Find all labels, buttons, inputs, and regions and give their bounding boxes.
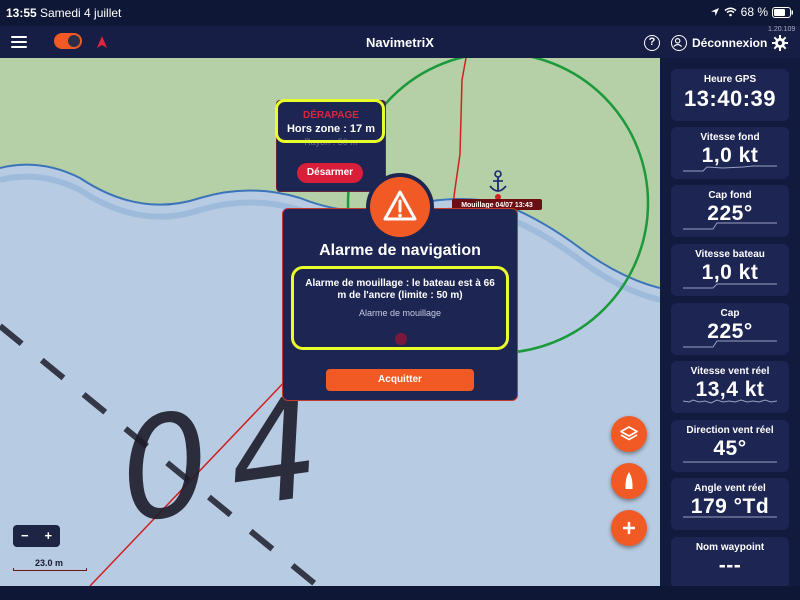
battery-icon xyxy=(772,6,793,18)
instrument-label: Angle vent réel xyxy=(694,483,766,494)
zoom-out-button[interactable]: − xyxy=(13,525,37,547)
instrument-value: 13:40:39 xyxy=(683,86,777,111)
instrument-course-ground[interactable]: Cap fond 225° xyxy=(671,185,789,237)
sparkline xyxy=(683,461,777,463)
instrument-true-wind-speed[interactable]: Vitesse vent réel 13,4 kt xyxy=(671,361,789,413)
instrument-label: Direction vent réel xyxy=(686,425,774,436)
instrument-label: Heure GPS xyxy=(703,74,757,85)
wifi-icon xyxy=(724,7,737,17)
app-screen: 13:55 Samedi 4 juillet 68 % NavimetriX ?… xyxy=(0,0,800,600)
alarm-indicator-dot xyxy=(395,333,407,345)
instrument-label: Nom waypoint xyxy=(695,542,765,553)
instrument-boat-speed[interactable]: Vitesse bateau 1,0 kt xyxy=(671,244,789,296)
alarm-subtitle: Alarme de mouillage xyxy=(358,308,442,318)
add-button[interactable] xyxy=(611,510,647,546)
status-bar: 13:55 Samedi 4 juillet 68 % xyxy=(0,0,800,26)
boat-icon xyxy=(625,472,633,489)
sparkline xyxy=(683,340,777,348)
app-version: 1.20.109 xyxy=(768,26,796,33)
instrument-gps-time[interactable]: Heure GPS 13:40:39 xyxy=(671,69,789,121)
drift-highlight xyxy=(275,99,385,143)
plus-icon xyxy=(623,522,635,534)
location-icon xyxy=(710,8,719,16)
warning-icon xyxy=(370,177,430,237)
sparkline xyxy=(683,516,777,518)
status-indicators: 68 % xyxy=(710,5,794,19)
instrument-label: Cap fond xyxy=(708,190,752,201)
sparkline xyxy=(683,165,777,172)
instrument-waypoint-name[interactable]: Nom waypoint --- xyxy=(671,537,789,589)
layers-icon xyxy=(620,426,638,441)
disarm-button[interactable]: Désarmer xyxy=(297,163,363,183)
app-header: NavimetriX ? Déconnexion 1.20.109 xyxy=(0,26,800,58)
sparkline xyxy=(683,283,777,289)
alarm-message: Alarme de mouillage : le bateau est à 66… xyxy=(305,278,495,301)
scale-bar: 23.0 m xyxy=(13,558,87,572)
zoom-in-button[interactable]: + xyxy=(37,525,61,547)
instrument-value: --- xyxy=(718,554,742,577)
battery-percent: 68 % xyxy=(740,5,768,19)
sparkline xyxy=(683,399,777,404)
instrument-label: Vitesse fond xyxy=(700,132,760,143)
instrument-true-wind-direction[interactable]: Direction vent réel 45° xyxy=(671,420,789,472)
scale-label: 23.0 m xyxy=(35,558,64,568)
help-icon[interactable]: ? xyxy=(644,35,660,51)
user-icon[interactable] xyxy=(671,35,687,51)
alarm-message-box: Alarme de mouillage : le bateau est à 66… xyxy=(291,266,509,350)
instrument-sidebar: Heure GPS 13:40:39 Vitesse fond 1,0 kt C… xyxy=(660,58,800,589)
logout-button[interactable]: Déconnexion xyxy=(692,36,767,50)
status-date: Samedi 4 juillet xyxy=(40,6,122,20)
instrument-label: Cap xyxy=(720,308,740,319)
instrument-speed-ground[interactable]: Vitesse fond 1,0 kt xyxy=(671,127,789,179)
instrument-label: Vitesse vent réel xyxy=(690,366,770,377)
gear-icon[interactable] xyxy=(772,35,788,51)
instrument-label: Vitesse bateau xyxy=(695,249,765,260)
boat-center-button[interactable] xyxy=(611,463,647,499)
instrument-heading[interactable]: Cap 225° xyxy=(671,303,789,355)
instrument-true-wind-angle[interactable]: Angle vent réel 179 °Td xyxy=(671,478,789,530)
zoom-control: − + xyxy=(13,525,60,547)
acknowledge-button[interactable]: Acquitter xyxy=(326,369,474,391)
status-time: 13:55 xyxy=(6,6,37,20)
layers-button[interactable] xyxy=(611,416,647,452)
sparkline xyxy=(683,222,777,230)
bottom-strip xyxy=(0,586,800,600)
alarm-title: Alarme de navigation xyxy=(319,242,481,259)
